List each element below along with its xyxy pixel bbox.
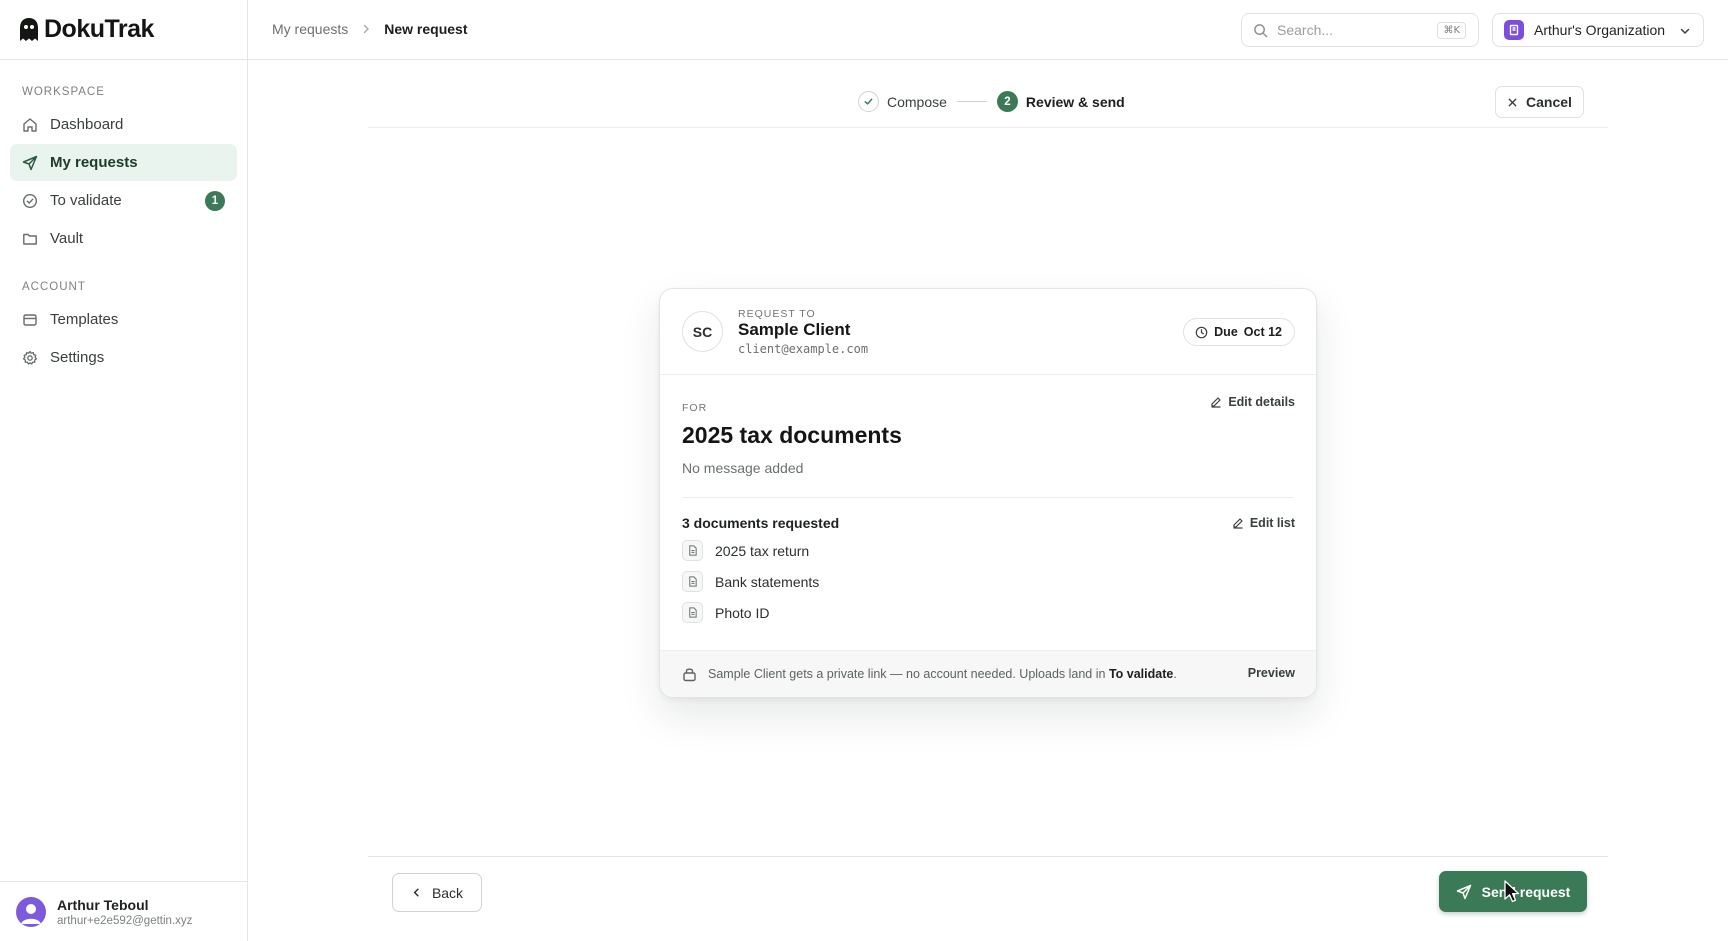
list-item: Photo ID bbox=[682, 597, 819, 628]
due-date: Oct 12 bbox=[1243, 325, 1282, 339]
template-icon bbox=[22, 312, 38, 328]
close-icon bbox=[1508, 98, 1517, 106]
breadcrumb-current: New request bbox=[384, 21, 468, 37]
sidebar-item-label: Vault bbox=[50, 230, 84, 247]
chevron-right-icon bbox=[364, 24, 370, 34]
stepper: Compose 2 Review & send bbox=[858, 91, 1125, 112]
step-connector bbox=[956, 101, 987, 102]
action-bar: Back Send request bbox=[368, 856, 1608, 941]
check-icon bbox=[864, 98, 873, 105]
preview-link[interactable]: Preview bbox=[1248, 666, 1295, 680]
request-to-label: REQUEST TO bbox=[738, 308, 816, 320]
privacy-note: Sample Client gets a private link — no a… bbox=[660, 650, 1316, 697]
sidebar-item-label: Dashboard bbox=[50, 116, 124, 133]
edit-list-button[interactable]: Edit list bbox=[1232, 516, 1295, 530]
breadcrumb: My requests New request bbox=[272, 21, 468, 37]
document-name: Bank statements bbox=[715, 573, 820, 590]
building-icon bbox=[1504, 20, 1524, 40]
review-card: SC REQUEST TO Sample Client client@examp… bbox=[659, 288, 1317, 698]
edit-details-label: Edit details bbox=[1228, 395, 1295, 409]
app-name: DokuTrak bbox=[44, 15, 154, 43]
gear-icon bbox=[22, 350, 38, 366]
documents-heading: 3 documents requested bbox=[682, 515, 840, 531]
document-icon bbox=[682, 571, 703, 592]
user-email: arthur+e2e592@gettin.xyz bbox=[57, 914, 193, 927]
edit-list-label: Edit list bbox=[1249, 516, 1295, 530]
topbar: My requests New request Search... ⌘K Art… bbox=[248, 0, 1728, 60]
request-details: FOR Edit details 2025 tax documents No m… bbox=[660, 375, 1316, 651]
step-review-label: Review & send bbox=[1025, 93, 1125, 110]
cancel-label: Cancel bbox=[1526, 94, 1572, 110]
step-compose-label[interactable]: Compose bbox=[887, 94, 947, 110]
ghost-logo-icon bbox=[20, 17, 38, 41]
sidebar-item-templates[interactable]: Templates bbox=[10, 301, 237, 338]
pencil-icon bbox=[1211, 397, 1221, 408]
privacy-text: Sample Client gets a private link — no a… bbox=[708, 667, 1177, 681]
account-section-label: ACCOUNT bbox=[22, 281, 86, 293]
clock-icon bbox=[1195, 326, 1208, 338]
list-item: 2025 tax return bbox=[682, 535, 819, 566]
org-switcher[interactable]: Arthur's Organization bbox=[1492, 13, 1704, 47]
sidebar-item-settings[interactable]: Settings bbox=[10, 339, 237, 376]
back-button[interactable]: Back bbox=[392, 873, 482, 912]
due-label: Due bbox=[1214, 325, 1238, 339]
step-compose-check bbox=[858, 91, 879, 112]
org-name: Arthur's Organization bbox=[1534, 22, 1666, 38]
for-label: FOR bbox=[682, 402, 708, 414]
sidebar-item-label: To validate bbox=[50, 192, 122, 209]
sidebar-item-label: Settings bbox=[50, 349, 105, 366]
app-logo[interactable]: DokuTrak bbox=[0, 0, 247, 60]
chevron-left-icon bbox=[413, 888, 419, 897]
breadcrumb-link-my-requests[interactable]: My requests bbox=[272, 21, 348, 37]
send-icon bbox=[1456, 884, 1471, 899]
cancel-button[interactable]: Cancel bbox=[1495, 86, 1584, 118]
chevron-down-icon bbox=[1680, 28, 1690, 35]
recipient-name: Sample Client bbox=[738, 320, 851, 339]
step-review-number: 2 bbox=[996, 91, 1018, 112]
document-name: 2025 tax return bbox=[715, 542, 810, 559]
recipient-avatar: SC bbox=[682, 311, 723, 352]
edit-details-button[interactable]: Edit details bbox=[1210, 395, 1295, 409]
search-placeholder: Search... bbox=[1277, 22, 1334, 38]
request-title: 2025 tax documents bbox=[682, 422, 902, 448]
due-date-badge[interactable]: Due Oct 12 bbox=[1183, 318, 1295, 346]
search-input[interactable]: Search... ⌘K bbox=[1241, 13, 1479, 47]
lock-icon bbox=[683, 668, 696, 682]
sidebar-item-dashboard[interactable]: Dashboard bbox=[10, 106, 237, 143]
sidebar-item-my-requests[interactable]: My requests bbox=[10, 144, 237, 181]
back-label: Back bbox=[431, 884, 464, 901]
sidebar: DokuTrak WORKSPACE Dashboard My requests… bbox=[0, 0, 248, 941]
document-list: 2025 tax return Bank statements Photo ID bbox=[682, 535, 819, 628]
send-request-button[interactable]: Send request bbox=[1439, 871, 1587, 912]
sidebar-item-label: My requests bbox=[50, 154, 138, 171]
search-icon bbox=[1254, 23, 1268, 37]
user-name: Arthur Teboul bbox=[57, 896, 149, 913]
pencil-icon bbox=[1233, 518, 1243, 529]
check-circle-icon bbox=[22, 193, 38, 209]
document-icon bbox=[682, 540, 703, 561]
workspace-section-label: WORKSPACE bbox=[22, 86, 105, 98]
home-icon bbox=[22, 117, 38, 133]
folder-icon bbox=[22, 231, 38, 247]
sidebar-item-to-validate[interactable]: To validate 1 bbox=[10, 182, 237, 219]
document-icon bbox=[682, 602, 703, 623]
user-profile[interactable]: Arthur Teboul arthur+e2e592@gettin.xyz bbox=[0, 881, 247, 941]
request-message: No message added bbox=[682, 460, 804, 476]
divider bbox=[682, 497, 1294, 498]
recipient-header: SC REQUEST TO Sample Client client@examp… bbox=[660, 289, 1316, 375]
sidebar-item-vault[interactable]: Vault bbox=[10, 220, 237, 257]
avatar bbox=[16, 896, 46, 927]
list-item: Bank statements bbox=[682, 566, 819, 597]
recipient-email: client@example.com bbox=[738, 342, 869, 356]
send-label: Send request bbox=[1481, 883, 1571, 900]
stepper-bar: Compose 2 Review & send Cancel bbox=[368, 76, 1608, 128]
document-name: Photo ID bbox=[715, 604, 770, 621]
sidebar-item-label: Templates bbox=[50, 311, 119, 328]
count-badge: 1 bbox=[205, 191, 225, 211]
search-shortcut: ⌘K bbox=[1437, 22, 1466, 39]
send-icon bbox=[22, 155, 38, 171]
